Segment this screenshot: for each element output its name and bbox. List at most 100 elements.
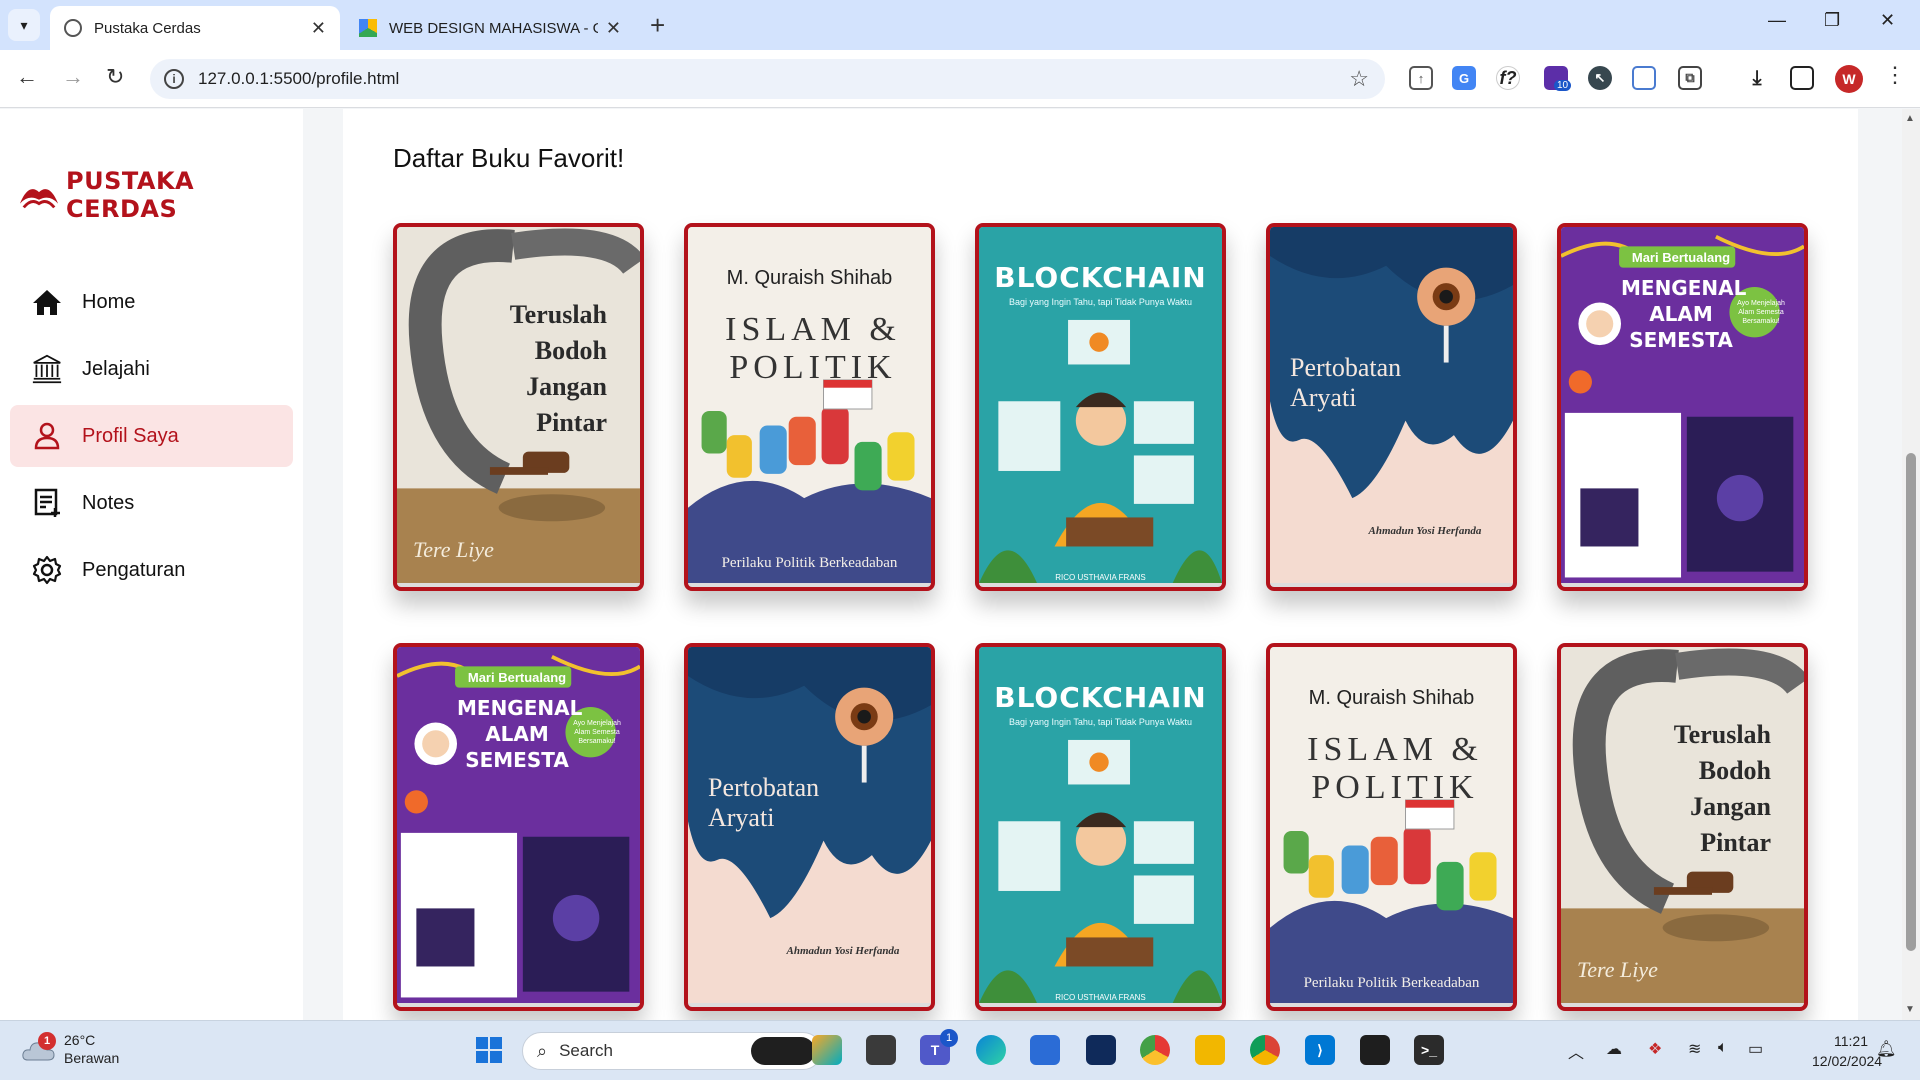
globe-icon xyxy=(64,19,82,37)
extensions-puzzle-icon[interactable]: ⧉ xyxy=(1678,66,1702,90)
book-title: ISLAM & POLITIK xyxy=(1307,731,1483,806)
book-card[interactable]: Pertobatan Aryati Ahmadun Yosi Herfanda xyxy=(1266,223,1517,591)
tab-pustaka-cerdas[interactable]: Pustaka Cerdas ✕ xyxy=(50,6,340,50)
site-info-icon[interactable]: i xyxy=(164,69,184,89)
clock-date: 12/02/2024 xyxy=(1812,1053,1883,1069)
wifi-icon[interactable]: ≋ xyxy=(1688,1039,1701,1059)
restore-icon[interactable]: ❐ xyxy=(1824,10,1840,31)
search-placeholder: Search xyxy=(559,1041,613,1060)
book-title: Teruslah Bodoh Jangan Pintar xyxy=(509,300,607,437)
download-icon[interactable]: ⤓ xyxy=(1745,66,1769,90)
book-title: BLOCKCHAIN xyxy=(994,261,1207,294)
sidebar-item-jelajahi[interactable]: Jelajahi xyxy=(10,338,293,400)
book-card[interactable]: BLOCKCHAIN Bagi yang Ingin Tahu, tapi Tid… xyxy=(975,223,1226,591)
browser-toolbar: ← → ↻ i 127.0.0.1:5500/profile.html ☆ ↑ … xyxy=(0,50,1920,108)
book-card[interactable]: Pertobatan Aryati Ahmadun Yosi Herfanda xyxy=(684,643,935,1011)
book-card[interactable]: M. Quraish Shihab ISLAM & POLITIK Perilaku… xyxy=(684,223,935,591)
address-bar[interactable]: i 127.0.0.1:5500/profile.html ☆ xyxy=(150,59,1385,99)
clock[interactable]: 11:21 12/02/2024 xyxy=(1812,1031,1883,1071)
store-icon[interactable] xyxy=(1030,1035,1060,1065)
logo[interactable]: PUSTAKA CERDAS xyxy=(18,167,303,223)
scrollbar[interactable]: ▲ ▼ xyxy=(1902,109,1920,1020)
tab-title: WEB DESIGN MAHASISWA - Go xyxy=(389,19,598,37)
bookmark-star-icon[interactable]: ☆ xyxy=(1349,66,1369,92)
book-author: M. Quraish Shihab xyxy=(726,267,893,289)
file-explorer-icon[interactable] xyxy=(1195,1035,1225,1065)
book-card[interactable]: Teruslah Bodoh Jangan Pintar Tere Liye xyxy=(393,223,644,591)
new-tab-button[interactable]: + xyxy=(650,10,665,41)
tab-web-design[interactable]: WEB DESIGN MAHASISWA - Go ✕ xyxy=(345,6,635,50)
scroll-thumb[interactable] xyxy=(1906,453,1916,951)
taskbar-search[interactable]: ⌕ Search xyxy=(522,1032,822,1070)
vpn-app-icon[interactable] xyxy=(1086,1035,1116,1065)
book-subtitle: Perilaku Politik Berkeadaban xyxy=(1303,975,1480,991)
windows-taskbar: 1 26°C Berawan ⌕ Search T 1 ⟩ >_ ︿ ☁ ❖ ≋… xyxy=(0,1020,1920,1080)
sidebar: PUSTAKA CERDAS Home Jelajahi Profil Saya xyxy=(0,109,303,1020)
sidebar-item-label: Jelajahi xyxy=(82,357,150,380)
back-icon[interactable]: ← xyxy=(16,64,38,90)
sidebar-item-label: Home xyxy=(82,290,136,313)
book-card[interactable]: Mari Bertualang MENGENAL ALAM SEMESTA Ayo … xyxy=(393,643,644,1011)
chrome-icon[interactable] xyxy=(1250,1035,1280,1065)
more-menu-icon[interactable]: ⋮ xyxy=(1884,62,1906,88)
book-author: M. Quraish Shihab xyxy=(1308,687,1475,709)
scroll-down-icon[interactable]: ▼ xyxy=(1905,1004,1915,1015)
chevron-up-icon[interactable]: ︿ xyxy=(1568,1039,1584,1063)
battery-icon[interactable]: ▭ xyxy=(1748,1039,1763,1059)
notification-bell-icon[interactable]: 🔔︎ xyxy=(1876,1039,1896,1059)
gear-icon xyxy=(32,555,62,585)
book-card[interactable]: BLOCKCHAIN Bagi yang Ingin Tahu, tapi Tid… xyxy=(975,643,1226,1011)
copilot-pill-icon xyxy=(751,1037,815,1065)
book-author: RICO USTHAVIA FRANS xyxy=(1055,573,1146,582)
book-logo-icon xyxy=(19,189,59,209)
sidebar-item-pengaturan[interactable]: Pengaturan xyxy=(10,539,293,601)
chevron-down-icon: ▾ xyxy=(20,16,28,33)
weather-widget[interactable]: 1 26°C Berawan xyxy=(22,1031,119,1067)
sidebar-item-profil-saya[interactable]: Profil Saya xyxy=(10,405,293,467)
vscode-icon[interactable]: ⟩ xyxy=(1305,1035,1335,1065)
cursor-extension-icon[interactable]: ↖ xyxy=(1588,66,1612,90)
forward-icon[interactable]: → xyxy=(62,64,84,90)
sidebar-item-label: Notes xyxy=(82,491,135,514)
volume-icon[interactable]: 🔈︎ xyxy=(1718,1039,1728,1057)
scroll-up-icon[interactable]: ▲ xyxy=(1905,113,1915,124)
extension-badge-count: 10 xyxy=(1554,80,1572,91)
book-subtitle: Bagi yang Ingin Tahu, tapi Tidak Punya W… xyxy=(1008,297,1193,307)
windows-start-icon[interactable] xyxy=(474,1035,504,1065)
book-badge: Ayo Menjelajah Alam Semesta Bersamaku! xyxy=(1737,300,1785,325)
font-finder-icon[interactable]: f? xyxy=(1496,66,1520,90)
tab-list-button[interactable]: ▾ xyxy=(8,9,40,41)
book-title: MENGENAL ALAM SEMESTA xyxy=(457,696,583,772)
book-title: Pertobatan Aryati xyxy=(1290,353,1402,412)
browser-app-icon[interactable] xyxy=(1140,1035,1170,1065)
google-translate-icon[interactable]: G xyxy=(1452,66,1476,90)
book-card[interactable]: M. Quraish Shihab ISLAM & POLITIK Perilaku… xyxy=(1266,643,1517,1011)
clipboard-extension-icon[interactable] xyxy=(1632,66,1656,90)
notes-icon xyxy=(32,488,62,518)
book-badge: Ayo Menjelajah Alam Semesta Bersamaku! xyxy=(573,720,621,745)
figma-icon[interactable] xyxy=(1360,1035,1390,1065)
dropbox-icon[interactable]: ❖ xyxy=(1648,1039,1662,1059)
book-title: BLOCKCHAIN xyxy=(994,681,1207,714)
gallery-pre-icon[interactable] xyxy=(812,1035,842,1065)
book-card[interactable]: Mari Bertualang MENGENAL ALAM SEMESTA Ayo … xyxy=(1557,223,1808,591)
close-icon[interactable]: ✕ xyxy=(606,18,621,39)
terminal-icon[interactable]: >_ xyxy=(1414,1035,1444,1065)
edge-icon[interactable] xyxy=(976,1035,1006,1065)
cloud-icon: 1 xyxy=(22,1032,56,1062)
task-view-icon[interactable] xyxy=(866,1035,896,1065)
close-window-icon[interactable]: ✕ xyxy=(1880,10,1895,31)
reload-icon[interactable]: ↻ xyxy=(106,64,124,90)
book-author: Ahmadun Yosi Herfanda xyxy=(1368,525,1482,537)
close-icon[interactable]: ✕ xyxy=(311,18,326,39)
sidebar-item-notes[interactable]: Notes xyxy=(10,472,293,534)
minimize-icon[interactable]: — xyxy=(1768,10,1786,31)
book-subtitle: Bagi yang Ingin Tahu, tapi Tidak Punya W… xyxy=(1008,717,1193,727)
profile-avatar[interactable]: W xyxy=(1835,65,1863,93)
sidebar-item-home[interactable]: Home xyxy=(10,271,293,333)
book-card[interactable]: Teruslah Bodoh Jangan Pintar Tere Liye xyxy=(1557,643,1808,1011)
section-title: Daftar Buku Favorit! xyxy=(393,143,625,173)
extension-download-icon[interactable]: ↑ xyxy=(1409,66,1433,90)
onedrive-cloud-icon[interactable]: ☁ xyxy=(1606,1039,1622,1059)
side-panel-icon[interactable] xyxy=(1790,66,1814,90)
